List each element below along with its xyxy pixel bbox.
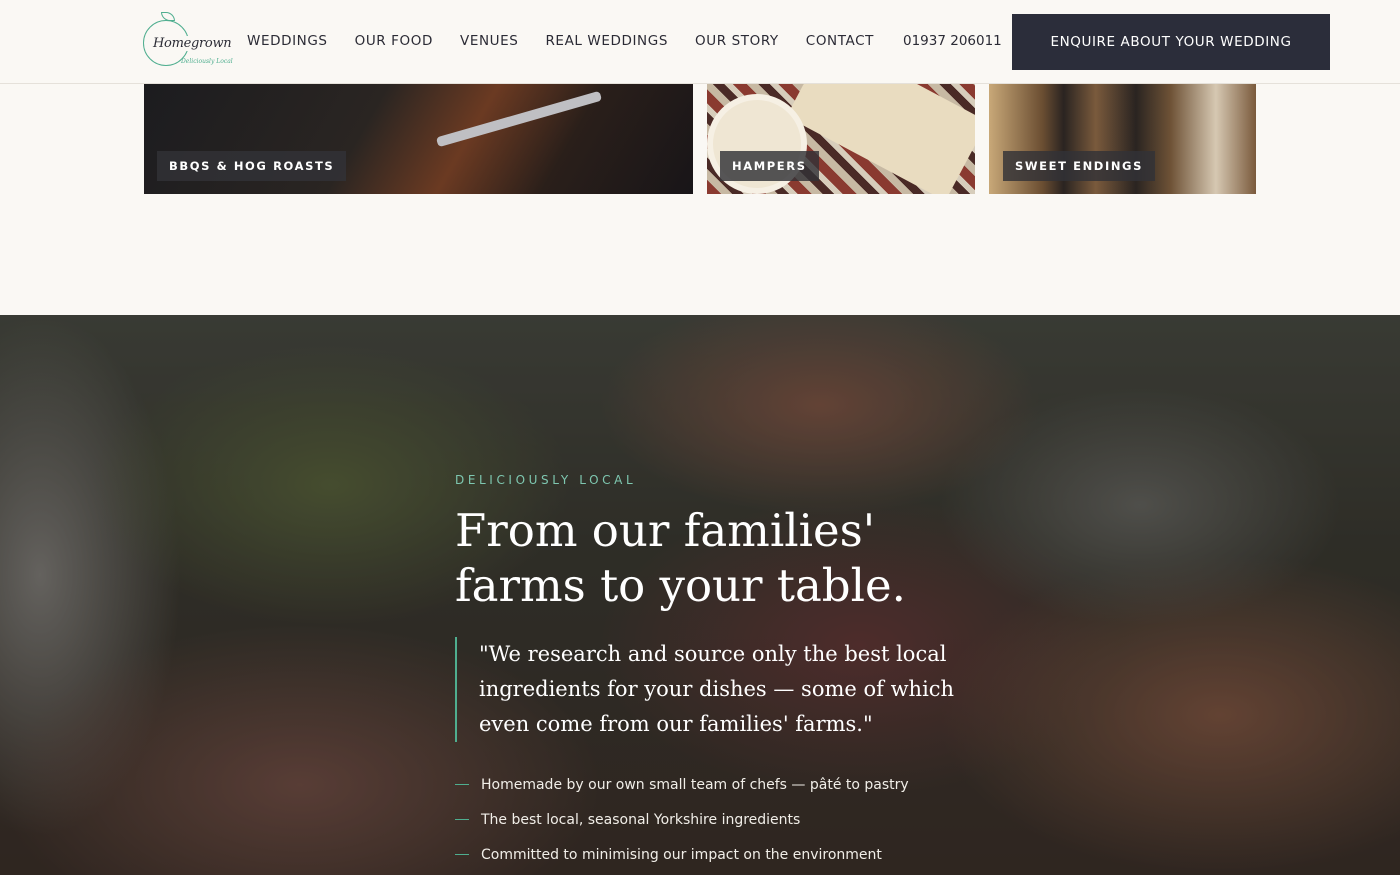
- hero-section: DELICIOUSLY LOCAL From our families' far…: [0, 315, 1400, 875]
- main-nav: WEDDINGS OUR FOOD VENUES REAL WEDDINGS O…: [247, 33, 901, 49]
- tile-hampers[interactable]: HAMPERS: [707, 84, 975, 194]
- nav-real-weddings[interactable]: REAL WEDDINGS: [545, 33, 668, 49]
- nav-venues[interactable]: VENUES: [460, 33, 518, 49]
- nav-our-food[interactable]: OUR FOOD: [355, 33, 433, 49]
- phone-link[interactable]: 01937 206011: [903, 33, 1002, 49]
- site-logo[interactable]: Homegrown Deliciously Local: [143, 12, 233, 70]
- logo-tagline: Deliciously Local: [181, 58, 233, 65]
- list-item: Committed to minimising our impact on th…: [455, 837, 909, 872]
- dash-icon: [455, 854, 469, 855]
- hero-quote: "We research and source only the best lo…: [455, 637, 955, 742]
- nav-contact[interactable]: CONTACT: [806, 33, 874, 49]
- tile-bbq-hog-roasts[interactable]: BBQS & HOG ROASTS: [144, 84, 693, 194]
- tile-label: HAMPERS: [720, 151, 819, 181]
- nav-weddings[interactable]: WEDDINGS: [247, 33, 328, 49]
- tile-label: BBQS & HOG ROASTS: [157, 151, 347, 181]
- list-item: Homemade by our own small team of chefs …: [455, 767, 909, 802]
- hero-heading: From our families' farms to your table.: [455, 504, 906, 612]
- site-header: Homegrown Deliciously Local WEDDINGS OUR…: [0, 0, 1400, 84]
- logo-wordmark: Homegrown: [153, 36, 232, 51]
- tile-label: SWEET ENDINGS: [1003, 151, 1155, 181]
- enquire-button[interactable]: ENQUIRE ABOUT YOUR WEDDING: [1012, 14, 1330, 70]
- hero-eyebrow: DELICIOUSLY LOCAL: [455, 473, 637, 487]
- nav-our-story[interactable]: OUR STORY: [695, 33, 779, 49]
- feature-list: Homemade by our own small team of chefs …: [455, 767, 909, 872]
- list-item: The best local, seasonal Yorkshire ingre…: [455, 802, 909, 837]
- dash-icon: [455, 784, 469, 785]
- dash-icon: [455, 819, 469, 820]
- tongs-image: [435, 90, 603, 148]
- tile-sweet-endings[interactable]: SWEET ENDINGS: [989, 84, 1256, 194]
